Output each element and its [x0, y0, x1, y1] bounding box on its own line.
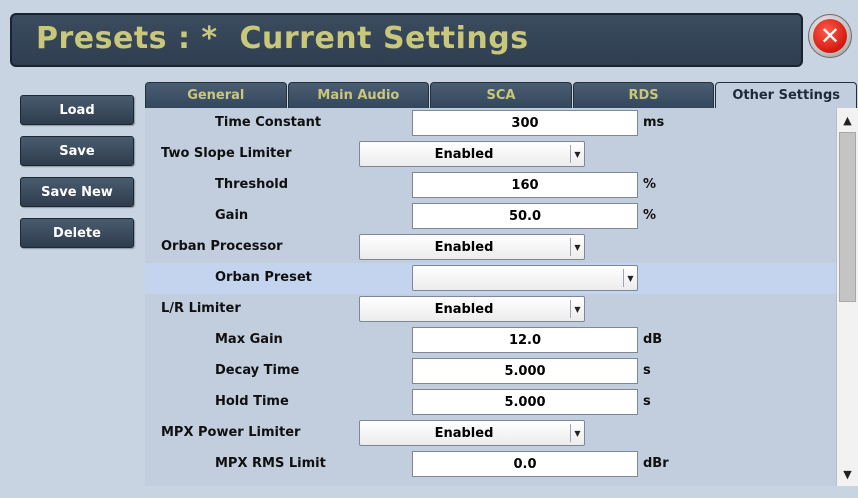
settings-panel: Time Constant 300 ms Two Slope Limiter E…	[145, 108, 836, 486]
load-button[interactable]: Load	[20, 95, 134, 125]
setting-row-lr-limiter: L/R Limiter Enabled ▼	[145, 294, 836, 325]
setting-row-mpx-power-limiter: MPX Power Limiter Enabled ▼	[145, 418, 836, 449]
decay-time-label: Decay Time	[215, 363, 300, 378]
max-gain-label: Max Gain	[215, 332, 283, 347]
gain-unit: %	[643, 208, 657, 223]
threshold-label: Threshold	[215, 177, 289, 192]
scroll-thumb[interactable]	[839, 132, 856, 302]
mpx-rms-limit-unit: dBr	[643, 456, 669, 471]
threshold-field[interactable]: 160	[412, 172, 638, 198]
orban-preset-label: Orban Preset	[215, 270, 312, 285]
setting-row-mpx-rms-limit: MPX RMS Limit 0.0 dBr	[145, 449, 836, 480]
chevron-down-icon: ▼	[570, 424, 584, 442]
scroll-down-arrow-icon[interactable]: ▼	[837, 464, 858, 484]
close-button[interactable]: ✕	[808, 14, 852, 58]
setting-row-time-constant: Time Constant 300 ms	[145, 108, 836, 139]
tab-sca[interactable]: SCA	[430, 82, 572, 108]
setting-row-max-gain: Max Gain 12.0 dB	[145, 325, 836, 356]
header-bar: Presets : * Current Settings	[10, 13, 803, 67]
gain-label: Gain	[215, 208, 249, 223]
mpx-power-limiter-label: MPX Power Limiter	[161, 425, 301, 440]
setting-row-gain: Gain 50.0 %	[145, 201, 836, 232]
two-slope-limiter-label: Two Slope Limiter	[161, 146, 292, 161]
mpx-rms-limit-field[interactable]: 0.0	[412, 451, 638, 477]
save-new-button[interactable]: Save New	[20, 177, 134, 207]
setting-row-threshold: Threshold 160 %	[145, 170, 836, 201]
time-constant-unit: ms	[643, 115, 665, 130]
two-slope-limiter-select[interactable]: Enabled ▼	[359, 141, 585, 167]
lr-limiter-value: Enabled	[434, 301, 494, 317]
lr-limiter-select[interactable]: Enabled ▼	[359, 296, 585, 322]
orban-processor-value: Enabled	[434, 239, 494, 255]
decay-time-unit: s	[643, 363, 651, 378]
orban-preset-select[interactable]: ▼	[412, 265, 638, 291]
setting-row-hold-time: Hold Time 5.000 s	[145, 387, 836, 418]
page-title: Presets : * Current Settings	[36, 21, 529, 56]
hold-time-label: Hold Time	[215, 394, 289, 409]
mpx-rms-limit-label: MPX RMS Limit	[215, 456, 326, 471]
scrollbar[interactable]: ▲ ▼	[836, 108, 858, 486]
setting-row-decay-time: Decay Time 5.000 s	[145, 356, 836, 387]
orban-processor-select[interactable]: Enabled ▼	[359, 234, 585, 260]
orban-processor-label: Orban Processor	[161, 239, 283, 254]
close-icon: ✕	[813, 19, 847, 53]
hold-time-field[interactable]: 5.000	[412, 389, 638, 415]
save-button[interactable]: Save	[20, 136, 134, 166]
tab-general[interactable]: General	[145, 82, 287, 108]
chevron-down-icon: ▼	[570, 145, 584, 163]
two-slope-limiter-value: Enabled	[434, 146, 494, 162]
threshold-unit: %	[643, 177, 657, 192]
mpx-power-limiter-select[interactable]: Enabled ▼	[359, 420, 585, 446]
setting-row-orban-processor: Orban Processor Enabled ▼	[145, 232, 836, 263]
time-constant-label: Time Constant	[215, 115, 322, 130]
hold-time-unit: s	[643, 394, 651, 409]
tab-other-settings[interactable]: Other Settings	[715, 82, 857, 108]
tab-rds[interactable]: RDS	[572, 82, 715, 108]
gain-field[interactable]: 50.0	[412, 203, 638, 229]
orban-preset-value	[413, 266, 621, 290]
chevron-down-icon: ▼	[570, 238, 584, 256]
setting-row-two-slope-limiter: Two Slope Limiter Enabled ▼	[145, 139, 836, 170]
chevron-down-icon: ▼	[623, 269, 637, 287]
chevron-down-icon: ▼	[570, 300, 584, 318]
lr-limiter-label: L/R Limiter	[161, 301, 241, 316]
setting-row-orban-preset: Orban Preset ▼	[145, 263, 836, 294]
delete-button[interactable]: Delete	[20, 218, 134, 248]
tab-bar: General Main Audio SCA RDS Other Setting…	[145, 82, 858, 108]
scroll-up-arrow-icon[interactable]: ▲	[837, 110, 858, 130]
max-gain-unit: dB	[643, 332, 663, 347]
time-constant-field[interactable]: 300	[412, 110, 638, 136]
decay-time-field[interactable]: 5.000	[412, 358, 638, 384]
mpx-power-limiter-value: Enabled	[434, 425, 494, 441]
tab-main-audio[interactable]: Main Audio	[287, 82, 430, 108]
max-gain-field[interactable]: 12.0	[412, 327, 638, 353]
